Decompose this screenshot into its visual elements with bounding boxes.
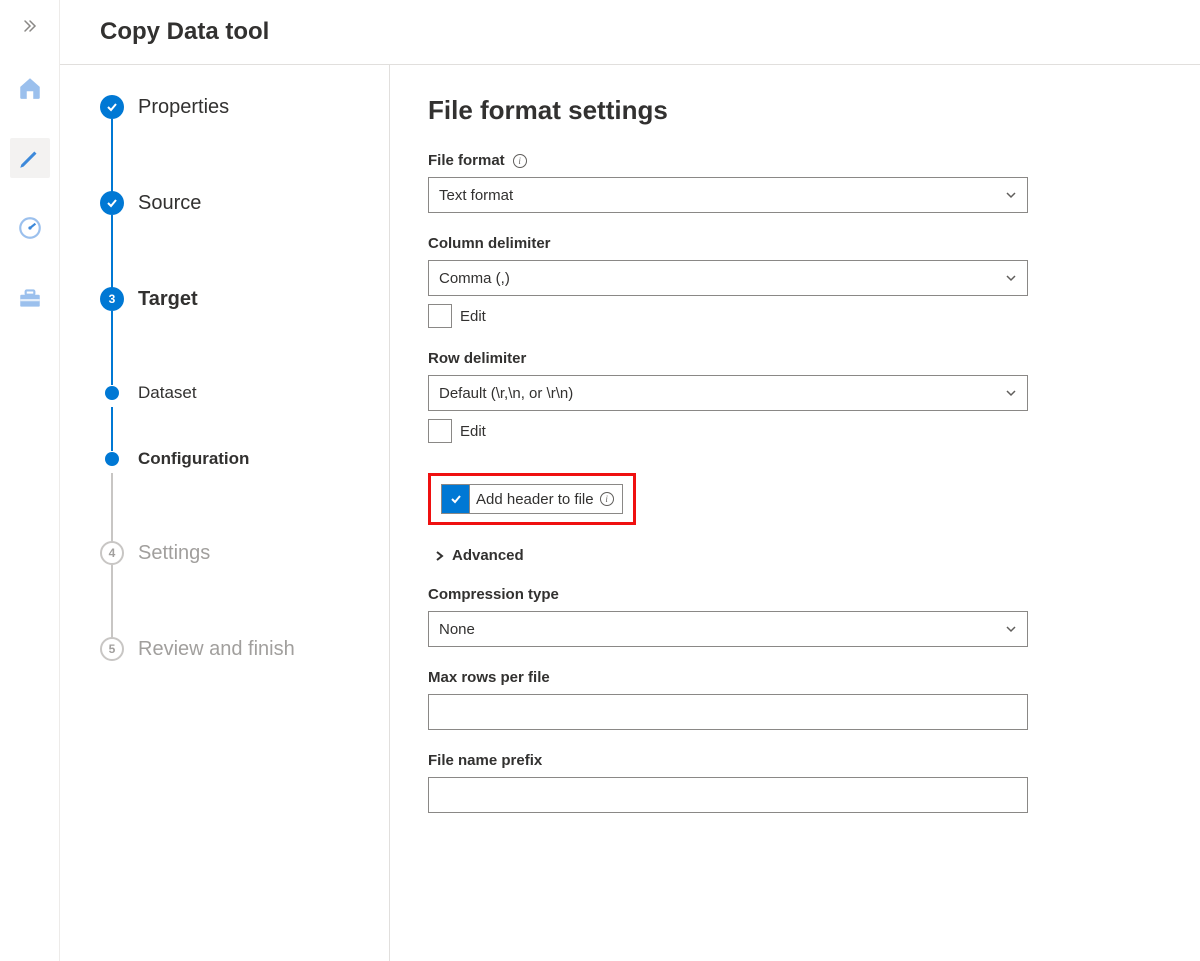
- chevron-down-icon: [1005, 189, 1017, 201]
- form-heading: File format settings: [428, 95, 1160, 126]
- file-format-select[interactable]: Text format: [428, 177, 1028, 213]
- add-header-checkbox[interactable]: Add header to file i: [441, 484, 623, 514]
- field-label: Row delimiter: [428, 350, 1028, 367]
- row-delimiter-edit-checkbox[interactable]: Edit: [428, 419, 1028, 443]
- checkbox-unchecked-icon: [428, 419, 452, 443]
- step-label: Source: [138, 192, 201, 215]
- dot-icon: [105, 452, 119, 466]
- field-compression-type: Compression type None: [428, 586, 1028, 647]
- wizard-stepper: Properties Source 3 Target: [60, 65, 390, 961]
- column-delimiter-edit-checkbox[interactable]: Edit: [428, 304, 1028, 328]
- step-number-badge: 5: [100, 637, 124, 661]
- checkbox-label: Edit: [460, 423, 486, 440]
- chevron-down-icon: [1005, 387, 1017, 399]
- pencil-icon: [17, 145, 43, 171]
- step-review[interactable]: 5 Review and finish: [100, 637, 389, 661]
- check-icon: [100, 95, 124, 119]
- max-rows-input[interactable]: [428, 694, 1028, 730]
- page-header: Copy Data tool: [60, 0, 1200, 65]
- chevron-right-icon: [434, 550, 444, 562]
- info-icon[interactable]: i: [513, 154, 527, 168]
- field-label: File format i: [428, 152, 1028, 169]
- select-value: Default (\r,\n, or \r\n): [439, 385, 573, 402]
- field-file-name-prefix: File name prefix: [428, 752, 1028, 813]
- field-label: Compression type: [428, 586, 1028, 603]
- step-properties[interactable]: Properties: [100, 95, 389, 191]
- chevron-down-icon: [1005, 272, 1017, 284]
- step-settings[interactable]: 4 Settings: [100, 541, 389, 637]
- checkbox-checked-icon: [442, 485, 470, 513]
- home-icon: [17, 75, 43, 101]
- content: Properties Source 3 Target: [60, 65, 1200, 961]
- step-number-badge: 3: [100, 287, 124, 311]
- row-delimiter-select[interactable]: Default (\r,\n, or \r\n): [428, 375, 1028, 411]
- step-label: Target: [138, 288, 198, 311]
- step-label: Configuration: [138, 449, 249, 469]
- compression-type-select[interactable]: None: [428, 611, 1028, 647]
- step-configuration[interactable]: Configuration: [100, 449, 389, 541]
- highlight-add-header: Add header to file i: [428, 473, 636, 525]
- step-label: Properties: [138, 96, 229, 119]
- select-value: Comma (,): [439, 270, 510, 287]
- nav-home[interactable]: [10, 68, 50, 108]
- field-row-delimiter: Row delimiter Default (\r,\n, or \r\n) E…: [428, 350, 1028, 443]
- field-max-rows: Max rows per file: [428, 669, 1028, 730]
- step-number-badge: 4: [100, 541, 124, 565]
- field-label: Column delimiter: [428, 235, 1028, 252]
- select-value: Text format: [439, 187, 513, 204]
- step-label: Dataset: [138, 383, 197, 403]
- select-value: None: [439, 621, 475, 638]
- nav-rail: [0, 0, 60, 961]
- nav-author[interactable]: [10, 138, 50, 178]
- column-delimiter-select[interactable]: Comma (,): [428, 260, 1028, 296]
- field-column-delimiter: Column delimiter Comma (,) Edit: [428, 235, 1028, 328]
- chevron-down-icon: [1005, 623, 1017, 635]
- step-dataset[interactable]: Dataset: [100, 383, 389, 449]
- advanced-toggle[interactable]: Advanced: [428, 547, 1160, 564]
- nav-manage[interactable]: [10, 278, 50, 318]
- checkbox-unchecked-icon: [428, 304, 452, 328]
- checkbox-label: Add header to file: [476, 491, 594, 508]
- dot-icon: [105, 386, 119, 400]
- page-title: Copy Data tool: [100, 18, 1200, 46]
- chevron-double-right-icon: [22, 18, 38, 34]
- info-icon[interactable]: i: [600, 492, 614, 506]
- field-label: Max rows per file: [428, 669, 1028, 686]
- advanced-label: Advanced: [452, 547, 524, 564]
- step-label: Review and finish: [138, 638, 295, 661]
- step-target[interactable]: 3 Target: [100, 287, 389, 383]
- form-file-format-settings: File format settings File format i Text …: [390, 65, 1200, 961]
- field-file-format: File format i Text format: [428, 152, 1028, 213]
- step-source[interactable]: Source: [100, 191, 389, 287]
- nav-monitor[interactable]: [10, 208, 50, 248]
- gauge-icon: [17, 215, 43, 241]
- field-label: File name prefix: [428, 752, 1028, 769]
- expand-rail-button[interactable]: [18, 14, 42, 38]
- check-icon: [100, 191, 124, 215]
- file-name-prefix-input[interactable]: [428, 777, 1028, 813]
- checkbox-label: Edit: [460, 308, 486, 325]
- step-label: Settings: [138, 542, 210, 565]
- main: Copy Data tool Properties Source: [60, 0, 1200, 961]
- toolbox-icon: [17, 285, 43, 311]
